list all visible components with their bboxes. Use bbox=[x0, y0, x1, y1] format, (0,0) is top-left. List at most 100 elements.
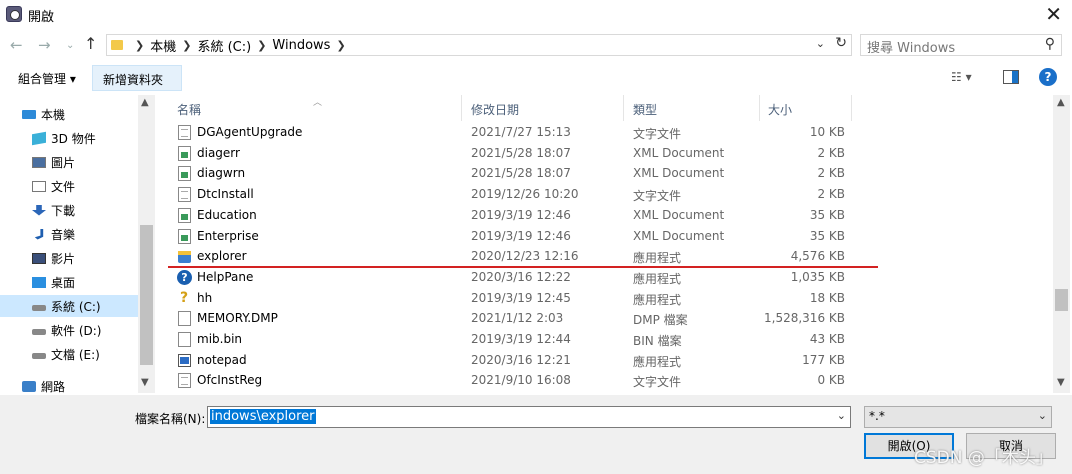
text-file-icon bbox=[178, 373, 191, 389]
file-size: 177 KB bbox=[802, 352, 845, 367]
file-row[interactable]: explorer 2020/12/23 12:16 應用程式 4,576 KB bbox=[165, 246, 1053, 267]
file-row[interactable]: ? HelpPane 2020/3/16 12:22 應用程式 1,035 KB bbox=[165, 267, 1053, 288]
file-row[interactable]: mib.bin 2019/3/19 12:44 BIN 檔案 43 KB bbox=[165, 329, 1053, 350]
file-row[interactable]: MEMORY.DMP 2021/1/12 2:03 DMP 檔案 1,528,316 … bbox=[165, 308, 1053, 329]
file-size: 4,576 KB bbox=[790, 249, 845, 264]
drive-icon bbox=[32, 305, 46, 311]
address-history-chevron-icon[interactable]: ⌄ bbox=[816, 37, 825, 50]
file-name: HelpPane bbox=[197, 269, 254, 284]
file-type: BIN 檔案 bbox=[633, 334, 682, 348]
column-header-date[interactable]: 修改日期 bbox=[471, 101, 519, 118]
dialog-footer: 檔案名稱(N): indows\explorer ⌄ *.* ⌄ 開啟(O) 取… bbox=[0, 395, 1072, 474]
file-row[interactable]: diagwrn 2021/5/28 18:07 XML Document 2 KB bbox=[165, 163, 1053, 184]
filename-input[interactable]: indows\explorer ⌄ bbox=[207, 406, 851, 428]
file-row[interactable]: Enterprise 2019/3/19 12:46 XML Document 35 … bbox=[165, 226, 1053, 247]
sidebar-item[interactable]: 影片 bbox=[0, 247, 138, 269]
file-row[interactable]: notepad 2020/3/16 12:21 應用程式 177 KB bbox=[165, 350, 1053, 371]
scroll-up-arrow-icon[interactable]: ▲ bbox=[141, 97, 149, 108]
scroll-thumb[interactable] bbox=[1055, 289, 1068, 311]
sidebar-item[interactable]: 本機 bbox=[0, 103, 138, 125]
sidebar-item[interactable]: 3D 物件 bbox=[0, 127, 138, 149]
column-divider[interactable] bbox=[851, 95, 852, 121]
filename-history-chevron-icon[interactable]: ⌄ bbox=[837, 409, 846, 422]
column-divider[interactable] bbox=[759, 95, 760, 121]
file-name: MEMORY.DMP bbox=[197, 311, 278, 326]
column-divider[interactable] bbox=[461, 95, 462, 121]
breadcrumb-separator-icon[interactable]: ❯ bbox=[182, 39, 191, 52]
sidebar-item-label: 軟件 (D:) bbox=[51, 323, 102, 338]
back-arrow-icon[interactable]: ← bbox=[10, 36, 23, 54]
refresh-icon[interactable]: ↻ bbox=[835, 35, 847, 51]
scroll-up-arrow-icon[interactable]: ▲ bbox=[1057, 97, 1065, 108]
file-row[interactable]: DtcInstall 2019/12/26 10:20 文字文件 2 KB bbox=[165, 184, 1053, 205]
view-options-icon[interactable]: ☷ ▾ bbox=[951, 70, 972, 84]
file-name: diagwrn bbox=[197, 166, 246, 181]
search-icon[interactable]: ⚲ bbox=[1045, 36, 1055, 52]
navigation-scrollbar[interactable]: ▲ ▼ bbox=[138, 95, 155, 393]
breadcrumb-separator-icon[interactable]: ❯ bbox=[336, 39, 345, 52]
sidebar-item[interactable]: 軟件 (D:) bbox=[0, 319, 138, 341]
file-row[interactable]: hh 2019/3/19 12:45 應用程式 18 KB bbox=[165, 288, 1053, 309]
filename-value[interactable]: indows\explorer bbox=[210, 409, 316, 424]
new-folder-button[interactable]: 新增資料夾 bbox=[92, 65, 182, 91]
recent-locations-chevron-icon[interactable]: ⌄ bbox=[66, 40, 74, 51]
file-list-scrollbar[interactable]: ▲ ▼ bbox=[1053, 95, 1070, 393]
address-bar[interactable]: ❯ 本機 ❯ 系統 (C:) ❯ Windows ❯ ⌄ ↻ bbox=[106, 34, 852, 56]
title-bar: 開啟 ✕ bbox=[0, 0, 1072, 30]
scroll-down-arrow-icon[interactable]: ▼ bbox=[1057, 377, 1065, 388]
file-list: ︿ 名稱 修改日期 類型 大小 DGAgentUpgrade 2021/7/27 … bbox=[165, 95, 1053, 393]
breadcrumb-windows[interactable]: Windows bbox=[272, 38, 330, 53]
up-arrow-icon[interactable]: ↑ bbox=[84, 34, 97, 53]
search-input[interactable]: 搜尋 Windows ⚲ bbox=[860, 34, 1062, 56]
file-row[interactable]: Education 2019/3/19 12:46 XML Document 35 K… bbox=[165, 205, 1053, 226]
column-header-size[interactable]: 大小 bbox=[768, 101, 792, 118]
sidebar-item[interactable]: 音樂 bbox=[0, 223, 138, 245]
file-modified-date: 2019/3/19 12:44 bbox=[471, 332, 571, 346]
breadcrumb-this-pc[interactable]: 本機 bbox=[150, 36, 176, 55]
close-button[interactable]: ✕ bbox=[1045, 2, 1062, 26]
breadcrumb-drive-c[interactable]: 系統 (C:) bbox=[197, 36, 251, 55]
file-type-select[interactable]: *.* ⌄ bbox=[864, 406, 1052, 428]
music-icon bbox=[34, 228, 44, 240]
file-modified-date: 2020/3/16 12:21 bbox=[471, 352, 571, 367]
xml-file-icon bbox=[178, 145, 191, 161]
sidebar-item[interactable]: 文件 bbox=[0, 175, 138, 197]
computer-icon bbox=[22, 109, 36, 119]
drive-icon bbox=[32, 329, 46, 335]
sidebar-item[interactable]: 下載 bbox=[0, 199, 138, 221]
file-modified-date: 2020/3/16 12:22 bbox=[471, 269, 571, 284]
sidebar-item-label: 圖片 bbox=[51, 155, 76, 170]
file-size: 43 KB bbox=[809, 332, 845, 346]
file-name: diagerr bbox=[197, 145, 240, 160]
sidebar-item[interactable]: 文檔 (E:) bbox=[0, 343, 138, 365]
xml-file-icon bbox=[178, 228, 191, 244]
column-divider[interactable] bbox=[623, 95, 624, 121]
column-header-type[interactable]: 類型 bbox=[633, 101, 657, 118]
organize-menu-button[interactable]: 組合管理 ▾ bbox=[18, 70, 76, 87]
file-size: 18 KB bbox=[809, 290, 845, 305]
sidebar-item-label: 音樂 bbox=[51, 227, 76, 242]
file-row[interactable]: OfcInstReg 2021/9/10 16:08 文字文件 0 KB bbox=[165, 370, 1053, 391]
scroll-thumb[interactable] bbox=[140, 225, 153, 365]
file-modified-date: 2021/5/28 18:07 bbox=[471, 166, 571, 181]
sidebar-item[interactable]: 桌面 bbox=[0, 271, 138, 293]
help-icon[interactable]: ? bbox=[1039, 68, 1057, 86]
folder-icon bbox=[111, 40, 123, 50]
scroll-down-arrow-icon[interactable]: ▼ bbox=[141, 377, 149, 388]
text-file-icon bbox=[178, 125, 191, 140]
file-type-value: *.* bbox=[869, 409, 885, 423]
breadcrumb-separator-icon[interactable]: ❯ bbox=[257, 39, 266, 52]
file-row[interactable]: DGAgentUpgrade 2021/7/27 15:13 文字文件 10 KB bbox=[165, 122, 1053, 143]
navigation-pane: 本機 3D 物件圖片文件 下載音樂影片 桌面 系統 (C:) 軟件 (D:) 文檔 (E:)… bbox=[0, 95, 155, 393]
sidebar-item[interactable]: 網路 bbox=[0, 375, 138, 393]
chevron-down-icon[interactable]: ⌄ bbox=[1038, 409, 1047, 422]
breadcrumb-separator-icon[interactable]: ❯ bbox=[135, 39, 144, 52]
sidebar-item[interactable]: 圖片 bbox=[0, 151, 138, 173]
column-header-name[interactable]: 名稱 bbox=[177, 101, 201, 118]
forward-arrow-icon[interactable]: → bbox=[38, 36, 51, 54]
file-modified-date: 2021/7/27 15:13 bbox=[471, 125, 571, 139]
file-row[interactable]: diagerr 2021/5/28 18:07 XML Document 2 KB bbox=[165, 143, 1053, 164]
preview-pane-icon[interactable] bbox=[1003, 70, 1019, 84]
file-name: explorer bbox=[197, 249, 247, 264]
sidebar-item[interactable]: 系統 (C:) bbox=[0, 295, 138, 317]
